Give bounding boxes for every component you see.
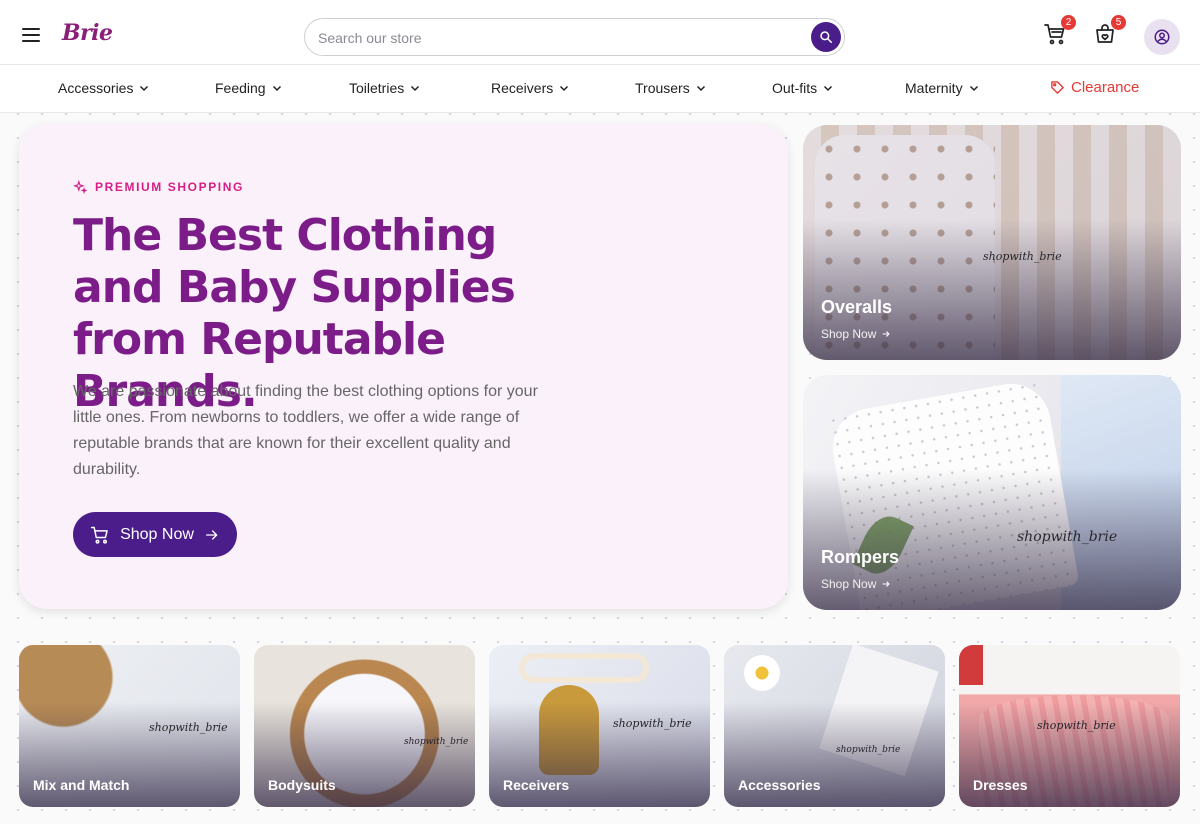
card-title: Overalls bbox=[821, 297, 893, 317]
chevron-down-icon bbox=[560, 85, 569, 92]
nav-item-receivers[interactable]: Receivers bbox=[491, 80, 569, 96]
search-input[interactable] bbox=[318, 27, 798, 49]
nav-label: Feeding bbox=[215, 80, 266, 96]
chevron-down-icon bbox=[969, 85, 978, 92]
nav-item-out-fits[interactable]: Out-fits bbox=[772, 80, 833, 96]
nav-item-accessories[interactable]: Accessories bbox=[58, 80, 149, 96]
card-title: Rompers bbox=[821, 547, 900, 567]
category-nav: Accessories Feeding Toiletries Receivers… bbox=[0, 65, 1200, 113]
nav-item-toiletries[interactable]: Toiletries bbox=[349, 80, 420, 96]
nav-item-trousers[interactable]: Trousers bbox=[635, 80, 706, 96]
category-card-accessories[interactable]: shopwith_brie Accessories bbox=[724, 645, 945, 807]
menu-icon[interactable] bbox=[22, 28, 40, 42]
clearance-label: Clearance bbox=[1071, 79, 1140, 96]
nav-label: Toiletries bbox=[349, 80, 405, 96]
category-card-bodysuits[interactable]: shopwith_brie Bodysuits bbox=[254, 645, 475, 807]
nav-label: Maternity bbox=[905, 80, 963, 96]
link-label: Shop Now bbox=[821, 577, 877, 591]
chevron-down-icon bbox=[272, 85, 281, 92]
eyebrow-text: PREMIUM SHOPPING bbox=[95, 180, 244, 194]
chevron-down-icon bbox=[696, 85, 705, 92]
price-tag bbox=[959, 645, 983, 685]
account-icon bbox=[1154, 29, 1170, 45]
chevron-down-icon bbox=[411, 85, 420, 92]
category-card-receivers[interactable]: shopwith_brie Receivers bbox=[489, 645, 710, 807]
nav-item-feeding[interactable]: Feeding bbox=[215, 80, 282, 96]
featured-card-overalls[interactable]: shopwith_brie Overalls Shop Now bbox=[803, 125, 1181, 360]
category-label: Dresses bbox=[973, 777, 1028, 793]
cart-button[interactable]: 2 bbox=[1043, 15, 1076, 46]
nav-item-clearance[interactable]: Clearance bbox=[1050, 79, 1139, 96]
site-header: Brie 2 5 bbox=[0, 0, 1200, 65]
nav-item-maternity[interactable]: Maternity bbox=[905, 80, 979, 96]
arrow-right-icon bbox=[205, 529, 218, 540]
account-button[interactable] bbox=[1144, 19, 1180, 55]
chevron-down-icon bbox=[824, 85, 833, 92]
wishlist-count-badge: 5 bbox=[1111, 15, 1126, 30]
nav-label: Out-fits bbox=[772, 80, 818, 96]
nav-label: Trousers bbox=[635, 80, 690, 96]
shop-now-link[interactable]: Shop Now bbox=[821, 327, 891, 341]
chevron-down-icon bbox=[140, 85, 149, 92]
nav-label: Receivers bbox=[491, 80, 554, 96]
arrow-right-icon bbox=[883, 331, 891, 337]
category-label: Receivers bbox=[503, 777, 570, 793]
category-label: Accessories bbox=[738, 777, 821, 793]
shop-now-label: Shop Now bbox=[120, 525, 194, 543]
category-label: Bodysuits bbox=[268, 777, 336, 793]
link-label: Shop Now bbox=[821, 327, 877, 341]
brand-logo[interactable]: Brie bbox=[62, 20, 113, 46]
shop-now-button[interactable]: Shop Now bbox=[73, 512, 237, 557]
search-icon bbox=[820, 31, 833, 44]
ribbon-decoration bbox=[519, 653, 649, 683]
featured-card-rompers[interactable]: shopwith_brie Rompers Shop Now bbox=[803, 375, 1181, 610]
shop-now-link[interactable]: Shop Now bbox=[821, 577, 891, 591]
hero-description: We are passionate about finding the best… bbox=[73, 383, 538, 478]
tag-icon bbox=[1051, 81, 1064, 94]
search-bar bbox=[304, 18, 845, 56]
cart-count-badge: 2 bbox=[1061, 15, 1076, 30]
wishlist-button[interactable]: 5 bbox=[1093, 15, 1126, 46]
search-button[interactable] bbox=[811, 22, 841, 52]
nav-label: Accessories bbox=[58, 80, 134, 96]
category-card-mix-and-match[interactable]: shopwith_brie Mix and Match bbox=[19, 645, 240, 807]
arrow-right-icon bbox=[883, 581, 891, 587]
hero-eyebrow: PREMIUM SHOPPING bbox=[73, 180, 244, 194]
flower-decoration bbox=[744, 655, 780, 691]
category-card-dresses[interactable]: shopwith_brie Dresses bbox=[959, 645, 1180, 807]
category-label: Mix and Match bbox=[33, 777, 130, 793]
sparkle-icon bbox=[73, 180, 87, 194]
hero-banner: PREMIUM SHOPPING The Best Clothing and B… bbox=[19, 124, 788, 609]
cart-icon bbox=[90, 526, 108, 544]
